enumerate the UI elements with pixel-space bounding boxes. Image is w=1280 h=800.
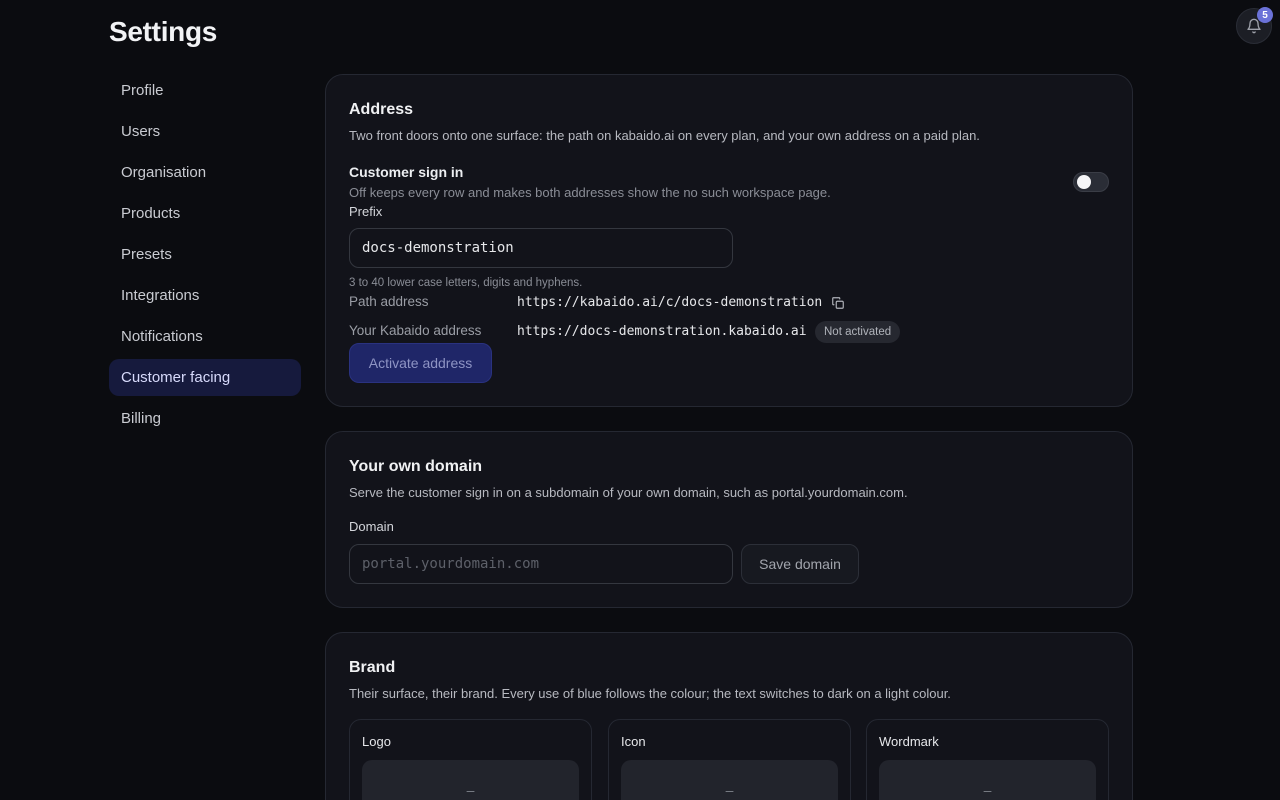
sidebar-item-profile[interactable]: Profile: [109, 72, 301, 109]
notifications-button[interactable]: 5: [1236, 7, 1273, 44]
status-badge: Not activated: [815, 321, 901, 343]
own-domain-card: Your own domain Serve the customer sign …: [325, 431, 1133, 608]
logo-label: Logo: [362, 734, 391, 749]
customer-sign-in-hint: Off keeps every row and makes both addre…: [349, 185, 831, 200]
wordmark-label: Wordmark: [879, 734, 939, 749]
logo-value: –: [466, 782, 475, 798]
customer-sign-in-label: Customer sign in: [349, 164, 464, 180]
address-card: Address Two front doors onto one surface…: [325, 74, 1133, 407]
settings-sidebar: Profile Users Organisation Products Pres…: [109, 72, 301, 441]
logo-tile: Logo –: [349, 719, 592, 800]
path-address-value: https://kabaido.ai/c/docs-demonstration: [517, 295, 823, 310]
brand-card: Brand Their surface, their brand. Every …: [325, 632, 1133, 800]
sidebar-item-notifications[interactable]: Notifications: [109, 318, 301, 355]
address-description: Two front doors onto one surface: the pa…: [349, 128, 980, 143]
activate-address-button[interactable]: Activate address: [349, 343, 492, 383]
wordmark-tile: Wordmark –: [866, 719, 1109, 800]
path-address-label: Path address: [349, 294, 429, 309]
icon-upload[interactable]: –: [621, 760, 838, 800]
icon-tile: Icon –: [608, 719, 851, 800]
domain-label: Domain: [349, 519, 394, 534]
sidebar-item-integrations[interactable]: Integrations: [109, 277, 301, 314]
toggle-knob: [1077, 175, 1091, 189]
customer-sign-in-toggle[interactable]: [1073, 172, 1109, 192]
brand-title: Brand: [349, 659, 396, 676]
sidebar-item-organisation[interactable]: Organisation: [109, 154, 301, 191]
kabaido-address-value: https://docs-demonstration.kabaido.ai: [517, 324, 807, 339]
brand-description: Their surface, their brand. Every use of…: [349, 686, 951, 701]
kabaido-address-label: Your Kabaido address: [349, 323, 482, 338]
wordmark-value: –: [983, 782, 992, 798]
own-domain-description: Serve the customer sign in on a subdomai…: [349, 485, 908, 500]
wordmark-upload[interactable]: –: [879, 760, 1096, 800]
page-title: Settings: [109, 16, 218, 47]
sidebar-item-products[interactable]: Products: [109, 195, 301, 232]
icon-label: Icon: [621, 734, 646, 749]
sidebar-item-customer-facing[interactable]: Customer facing: [109, 359, 301, 396]
copy-icon[interactable]: [831, 296, 845, 310]
icon-value: –: [725, 782, 734, 798]
domain-input[interactable]: [349, 544, 733, 584]
own-domain-title: Your own domain: [349, 458, 483, 475]
address-title: Address: [349, 101, 414, 118]
notification-count-badge: 5: [1257, 7, 1273, 23]
sidebar-item-users[interactable]: Users: [109, 113, 301, 150]
prefix-hint: 3 to 40 lower case letters, digits and h…: [349, 277, 583, 289]
prefix-label: Prefix: [349, 204, 383, 219]
save-domain-button[interactable]: Save domain: [741, 544, 859, 584]
logo-upload[interactable]: –: [362, 760, 579, 800]
sidebar-item-billing[interactable]: Billing: [109, 400, 301, 437]
sidebar-item-presets[interactable]: Presets: [109, 236, 301, 273]
prefix-input[interactable]: [349, 228, 733, 268]
